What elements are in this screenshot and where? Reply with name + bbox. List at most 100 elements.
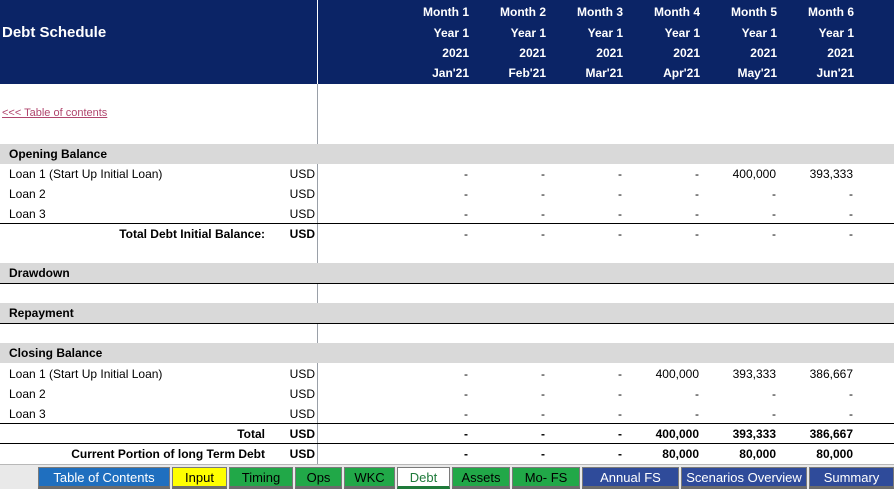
value-cell[interactable]: -	[708, 224, 785, 244]
row-unit[interactable]: USD	[260, 164, 315, 184]
header-cell-mon[interactable]: May'21	[708, 63, 785, 84]
value-cell[interactable]: -	[400, 204, 477, 224]
header-cell-mon[interactable]: Jan'21	[400, 63, 477, 84]
value-cell[interactable]: -	[785, 224, 862, 244]
header-cell-month[interactable]: Month 6	[785, 2, 862, 23]
row-unit[interactable]: USD	[260, 444, 315, 464]
sheet-tab-table-of-contents[interactable]: Table of Contents	[38, 467, 170, 489]
row-unit[interactable]: USD	[260, 184, 315, 204]
value-cell[interactable]: -	[477, 224, 554, 244]
header-cell-year[interactable]: Year 1	[400, 23, 477, 44]
row-label[interactable]: Loan 3	[9, 404, 46, 424]
value-cell[interactable]: -	[708, 204, 785, 224]
row-label[interactable]: Current Portion of long Term Debt	[71, 444, 265, 464]
spreadsheet-sheet[interactable]: Debt Schedule Month 1 Month 2 Month 3 Month…	[0, 0, 894, 464]
value-cell[interactable]: 400,000	[708, 164, 785, 184]
value-cell[interactable]: 393,333	[785, 164, 862, 184]
section-label[interactable]: Closing Balance	[9, 343, 102, 363]
value-cell[interactable]: -	[631, 184, 708, 204]
value-cell[interactable]: -	[477, 444, 554, 464]
value-cell[interactable]: 80,000	[785, 444, 862, 464]
header-cell-yyyy[interactable]: 2021	[400, 43, 477, 64]
sheet-tab-ops[interactable]: Ops	[295, 467, 342, 489]
header-cell-mon[interactable]: Mar'21	[554, 63, 631, 84]
value-cell[interactable]: 393,333	[708, 424, 785, 444]
header-cell-yyyy[interactable]: 2021	[477, 43, 554, 64]
value-cell[interactable]: -	[708, 384, 785, 404]
value-cell[interactable]: -	[400, 184, 477, 204]
value-cell[interactable]: -	[477, 164, 554, 184]
value-cell[interactable]: 386,667	[785, 364, 862, 384]
value-cell[interactable]: -	[631, 224, 708, 244]
value-cell[interactable]: -	[554, 384, 631, 404]
row-label[interactable]: Loan 1 (Start Up Initial Loan)	[9, 164, 162, 184]
sheet-tab-timing[interactable]: Timing	[229, 467, 293, 489]
header-cell-mon[interactable]: Feb'21	[477, 63, 554, 84]
sheet-tab-input[interactable]: Input	[172, 467, 227, 489]
value-cell[interactable]: -	[477, 204, 554, 224]
value-cell[interactable]: -	[631, 404, 708, 424]
row-label[interactable]: Loan 1 (Start Up Initial Loan)	[9, 364, 162, 384]
section-label[interactable]: Opening Balance	[9, 144, 107, 164]
value-cell[interactable]: -	[400, 364, 477, 384]
value-cell[interactable]: 386,667	[785, 424, 862, 444]
value-cell[interactable]: -	[554, 204, 631, 224]
value-cell[interactable]: -	[631, 164, 708, 184]
value-cell[interactable]: -	[554, 404, 631, 424]
row-unit[interactable]: USD	[260, 424, 315, 444]
header-cell-yyyy[interactable]: 2021	[785, 43, 862, 64]
value-cell[interactable]: -	[554, 164, 631, 184]
sheet-tab-debt[interactable]: Debt	[397, 467, 450, 489]
value-cell[interactable]: 400,000	[631, 424, 708, 444]
row-label[interactable]: Total Debt Initial Balance:	[119, 224, 265, 244]
value-cell[interactable]: -	[785, 404, 862, 424]
value-cell[interactable]: -	[708, 404, 785, 424]
row-label[interactable]: Loan 2	[9, 184, 46, 204]
value-cell[interactable]: -	[400, 404, 477, 424]
value-cell[interactable]: 393,333	[708, 364, 785, 384]
row-unit[interactable]: USD	[260, 224, 315, 244]
value-cell[interactable]: -	[785, 184, 862, 204]
value-cell[interactable]: -	[477, 404, 554, 424]
row-unit[interactable]: USD	[260, 204, 315, 224]
header-cell-month[interactable]: Month 2	[477, 2, 554, 23]
value-cell[interactable]: -	[400, 224, 477, 244]
header-cell-yyyy[interactable]: 2021	[631, 43, 708, 64]
section-label[interactable]: Drawdown	[9, 263, 70, 283]
value-cell[interactable]: -	[477, 424, 554, 444]
value-cell[interactable]: -	[785, 204, 862, 224]
header-cell-month[interactable]: Month 4	[631, 2, 708, 23]
header-cell-mon[interactable]: Apr'21	[631, 63, 708, 84]
value-cell[interactable]: -	[477, 384, 554, 404]
value-cell[interactable]: -	[785, 384, 862, 404]
header-cell-year[interactable]: Year 1	[477, 23, 554, 44]
value-cell[interactable]: -	[554, 444, 631, 464]
value-cell[interactable]: 400,000	[631, 364, 708, 384]
header-cell-month[interactable]: Month 5	[708, 2, 785, 23]
sheet-tab-assets[interactable]: Assets	[452, 467, 510, 489]
value-cell[interactable]: -	[631, 384, 708, 404]
header-cell-yyyy[interactable]: 2021	[708, 43, 785, 64]
value-cell[interactable]: 80,000	[708, 444, 785, 464]
value-cell[interactable]: -	[631, 204, 708, 224]
header-cell-year[interactable]: Year 1	[631, 23, 708, 44]
row-label[interactable]: Loan 3	[9, 204, 46, 224]
value-cell[interactable]: -	[554, 224, 631, 244]
sheet-tab-mo-fs[interactable]: Mo- FS	[512, 467, 580, 489]
value-cell[interactable]: -	[554, 424, 631, 444]
sheet-tab-annual-fs[interactable]: Annual FS	[582, 467, 679, 489]
value-cell[interactable]: -	[477, 184, 554, 204]
value-cell[interactable]: -	[554, 184, 631, 204]
value-cell[interactable]: -	[708, 184, 785, 204]
section-label[interactable]: Repayment	[9, 303, 74, 323]
sheet-tab-wkc[interactable]: WKC	[344, 467, 395, 489]
header-cell-year[interactable]: Year 1	[554, 23, 631, 44]
sheet-tab-summary[interactable]: Summary	[809, 467, 894, 489]
row-unit[interactable]: USD	[260, 404, 315, 424]
table-of-contents-link[interactable]: <<< Table of contents	[2, 107, 107, 119]
row-unit[interactable]: USD	[260, 384, 315, 404]
header-cell-yyyy[interactable]: 2021	[554, 43, 631, 64]
value-cell[interactable]: -	[554, 364, 631, 384]
value-cell[interactable]: -	[400, 444, 477, 464]
row-label[interactable]: Loan 2	[9, 384, 46, 404]
